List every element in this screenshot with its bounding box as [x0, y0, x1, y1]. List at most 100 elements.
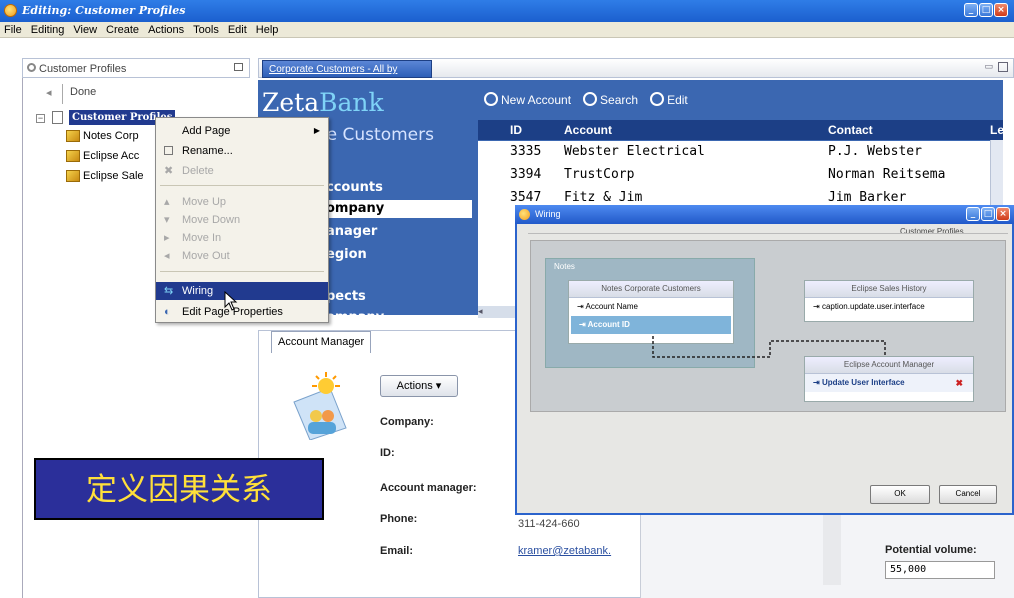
- edit-button[interactable]: Edit: [650, 92, 688, 107]
- tree-collapse-icon[interactable]: −: [36, 114, 45, 123]
- potential-volume-field[interactable]: 55,000: [885, 561, 995, 579]
- submenu-arrow-icon: ▶: [313, 126, 320, 135]
- menu-create[interactable]: Create: [106, 22, 139, 37]
- table-row[interactable]: 3394 TrustCorp Norman Reitsema: [478, 164, 990, 188]
- port-account-id[interactable]: ⇥ Account ID: [571, 316, 731, 334]
- column-header-contact[interactable]: Contact: [828, 120, 873, 140]
- wiring-titlebar: Wiring _ □ ×: [515, 205, 1014, 224]
- menu-bar: File Editing View Create Actions Tools E…: [0, 22, 1014, 38]
- close-icon[interactable]: ×: [994, 3, 1008, 17]
- label-phone: Phone:: [380, 513, 418, 525]
- back-arrow-icon[interactable]: ◂: [46, 86, 52, 99]
- left-panel-header: Customer Profiles: [22, 58, 250, 78]
- move-in-icon: ▸: [164, 232, 170, 244]
- column-header-account[interactable]: Account: [564, 120, 612, 140]
- close-icon[interactable]: ×: [996, 207, 1010, 221]
- menu-item-edit-page-properties[interactable]: ◐ Edit Page Properties: [156, 303, 328, 321]
- menu-tools[interactable]: Tools: [193, 22, 219, 37]
- tab-corporate-customers[interactable]: Corporate Customers - All by: [262, 60, 432, 78]
- column-header-le[interactable]: Le: [990, 120, 1004, 140]
- divider: [528, 233, 1008, 234]
- done-button[interactable]: Done: [70, 86, 96, 98]
- port-account-name[interactable]: ⇥ Account Name: [569, 298, 733, 316]
- cancel-button[interactable]: Cancel: [939, 485, 997, 504]
- scroll-left-icon[interactable]: ◂: [478, 306, 516, 318]
- nav-company-2[interactable]: ompany: [326, 310, 384, 325]
- dialog-window-controls: _ □ ×: [966, 207, 1010, 221]
- label-id: ID:: [380, 447, 395, 459]
- globe-icon: [27, 63, 36, 72]
- ok-button[interactable]: OK: [870, 485, 930, 504]
- menu-item-move-up[interactable]: ▴ Move Up: [156, 193, 328, 211]
- table-header: ID Account Contact Le: [478, 120, 1004, 140]
- remove-wire-icon[interactable]: ✖: [955, 374, 963, 392]
- tree-item[interactable]: Eclipse Sale: [66, 169, 144, 183]
- minimize-icon[interactable]: ▭: [984, 62, 993, 72]
- history-component-box[interactable]: Eclipse Sales History ⇥ caption.update.u…: [804, 280, 974, 322]
- new-icon: [484, 92, 498, 106]
- menu-edit[interactable]: Edit: [228, 22, 247, 37]
- divider: [62, 84, 63, 104]
- menu-item-move-down[interactable]: ▾ Move Down: [156, 211, 328, 229]
- menu-item-add-page[interactable]: Add Page ▶: [156, 122, 328, 140]
- actions-dropdown[interactable]: Actions ▾: [380, 375, 458, 397]
- app-icon: [4, 4, 17, 17]
- window-title: Editing: Customer Profiles: [22, 4, 186, 17]
- search-icon: [583, 92, 598, 106]
- column-header-id[interactable]: ID: [510, 120, 522, 140]
- rename-icon: [164, 146, 173, 155]
- phone-value: 311-424-660: [518, 518, 580, 527]
- caption-banner: 定义因果关系: [34, 458, 324, 520]
- maximize-icon[interactable]: [998, 62, 1008, 72]
- page-icon: [52, 111, 63, 124]
- edit-icon: [650, 92, 665, 106]
- mouse-cursor-icon: [224, 290, 238, 314]
- maximize-icon[interactable]: □: [981, 207, 995, 221]
- left-panel-title: Customer Profiles: [39, 63, 127, 75]
- source-component-title: Notes Corporate Customers: [569, 281, 733, 298]
- email-link[interactable]: kramer@zetabank.: [518, 545, 611, 557]
- label-potential-volume: Potential volume:: [885, 544, 977, 556]
- nav-manager[interactable]: anager: [326, 224, 377, 239]
- window-titlebar: Editing: Customer Profiles _ □ ×: [0, 0, 1014, 22]
- nav-region[interactable]: egion: [326, 247, 367, 262]
- menu-file[interactable]: File: [4, 22, 22, 37]
- new-account-button[interactable]: New Account: [484, 92, 571, 107]
- minimize-icon[interactable]: _: [966, 207, 980, 221]
- page-subtitle: te Customers: [320, 125, 434, 145]
- arrow-icon: ⇥: [813, 378, 820, 387]
- move-down-icon: ▾: [164, 214, 170, 226]
- move-up-icon: ▴: [164, 196, 170, 208]
- menu-actions[interactable]: Actions: [148, 22, 184, 37]
- menu-item-delete[interactable]: ✖ Delete: [156, 162, 328, 180]
- menu-item-wiring[interactable]: ⇆ Wiring: [156, 282, 328, 300]
- properties-icon: ◐: [164, 306, 171, 318]
- wiring-icon: ⇆: [164, 285, 174, 297]
- tab-account-manager[interactable]: Account Manager: [271, 331, 371, 353]
- label-company: Company:: [380, 416, 434, 428]
- volume-slider[interactable]: [823, 505, 841, 585]
- search-button[interactable]: Search: [583, 92, 638, 107]
- menu-view[interactable]: View: [73, 22, 97, 37]
- menu-item-move-out[interactable]: ◂ Move Out: [156, 247, 328, 265]
- account-illustration: [290, 372, 354, 441]
- wire-connection[interactable]: [645, 335, 895, 367]
- menu-item-move-in[interactable]: ▸ Move In: [156, 229, 328, 247]
- nav-accounts[interactable]: ccounts: [326, 180, 383, 195]
- menu-item-rename[interactable]: Rename...: [156, 142, 328, 160]
- minimize-icon[interactable]: _: [964, 3, 978, 17]
- table-row[interactable]: 3335 Webster Electrical P.J. Webster: [478, 141, 990, 165]
- maximize-icon[interactable]: □: [979, 3, 993, 17]
- menu-help[interactable]: Help: [256, 22, 279, 37]
- tree-item[interactable]: Notes Corp: [66, 129, 139, 143]
- nav-prospects[interactable]: pects: [326, 289, 366, 304]
- restore-icon[interactable]: [234, 63, 243, 71]
- menu-editing[interactable]: Editing: [31, 22, 65, 37]
- nav-company[interactable]: ompany: [326, 201, 384, 216]
- done-bar: ◂ Done: [22, 82, 250, 106]
- port-update-user-interface[interactable]: ⇥ Update User Interface ✖: [805, 374, 973, 392]
- group-label: Notes: [554, 262, 575, 271]
- menu-separator: [160, 185, 324, 186]
- tree-item[interactable]: Eclipse Acc: [66, 149, 139, 163]
- port-caption[interactable]: ⇥ caption.update.user.interface: [805, 298, 973, 316]
